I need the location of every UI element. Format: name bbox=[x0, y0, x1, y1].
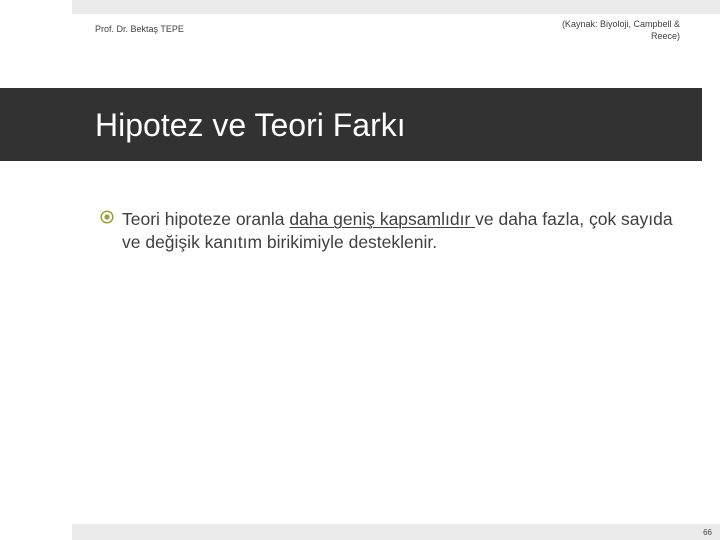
bullet-text-start: Teori hipoteze oranla bbox=[122, 209, 290, 229]
source-citation: (Kaynak: Biyoloji, Campbell & Reece) bbox=[480, 18, 680, 42]
bullet-text-underlined: daha geniş kapsamlıdır bbox=[289, 209, 476, 229]
source-line-2: Reece) bbox=[650, 31, 680, 41]
circle-target-icon bbox=[100, 210, 114, 224]
page-number: 66 bbox=[703, 528, 712, 537]
bullet-text: Teori hipoteze oranla daha geniş kapsaml… bbox=[122, 208, 680, 254]
slide-title: Hipotez ve Teori Farkı bbox=[95, 107, 406, 143]
top-accent-bar bbox=[72, 0, 720, 14]
bottom-accent-bar bbox=[72, 524, 720, 540]
bullet-item: Teori hipoteze oranla daha geniş kapsaml… bbox=[100, 208, 680, 254]
author-label: Prof. Dr. Bektaş TEPE bbox=[95, 24, 184, 34]
source-line-1: (Kaynak: Biyoloji, Campbell & bbox=[561, 19, 680, 29]
